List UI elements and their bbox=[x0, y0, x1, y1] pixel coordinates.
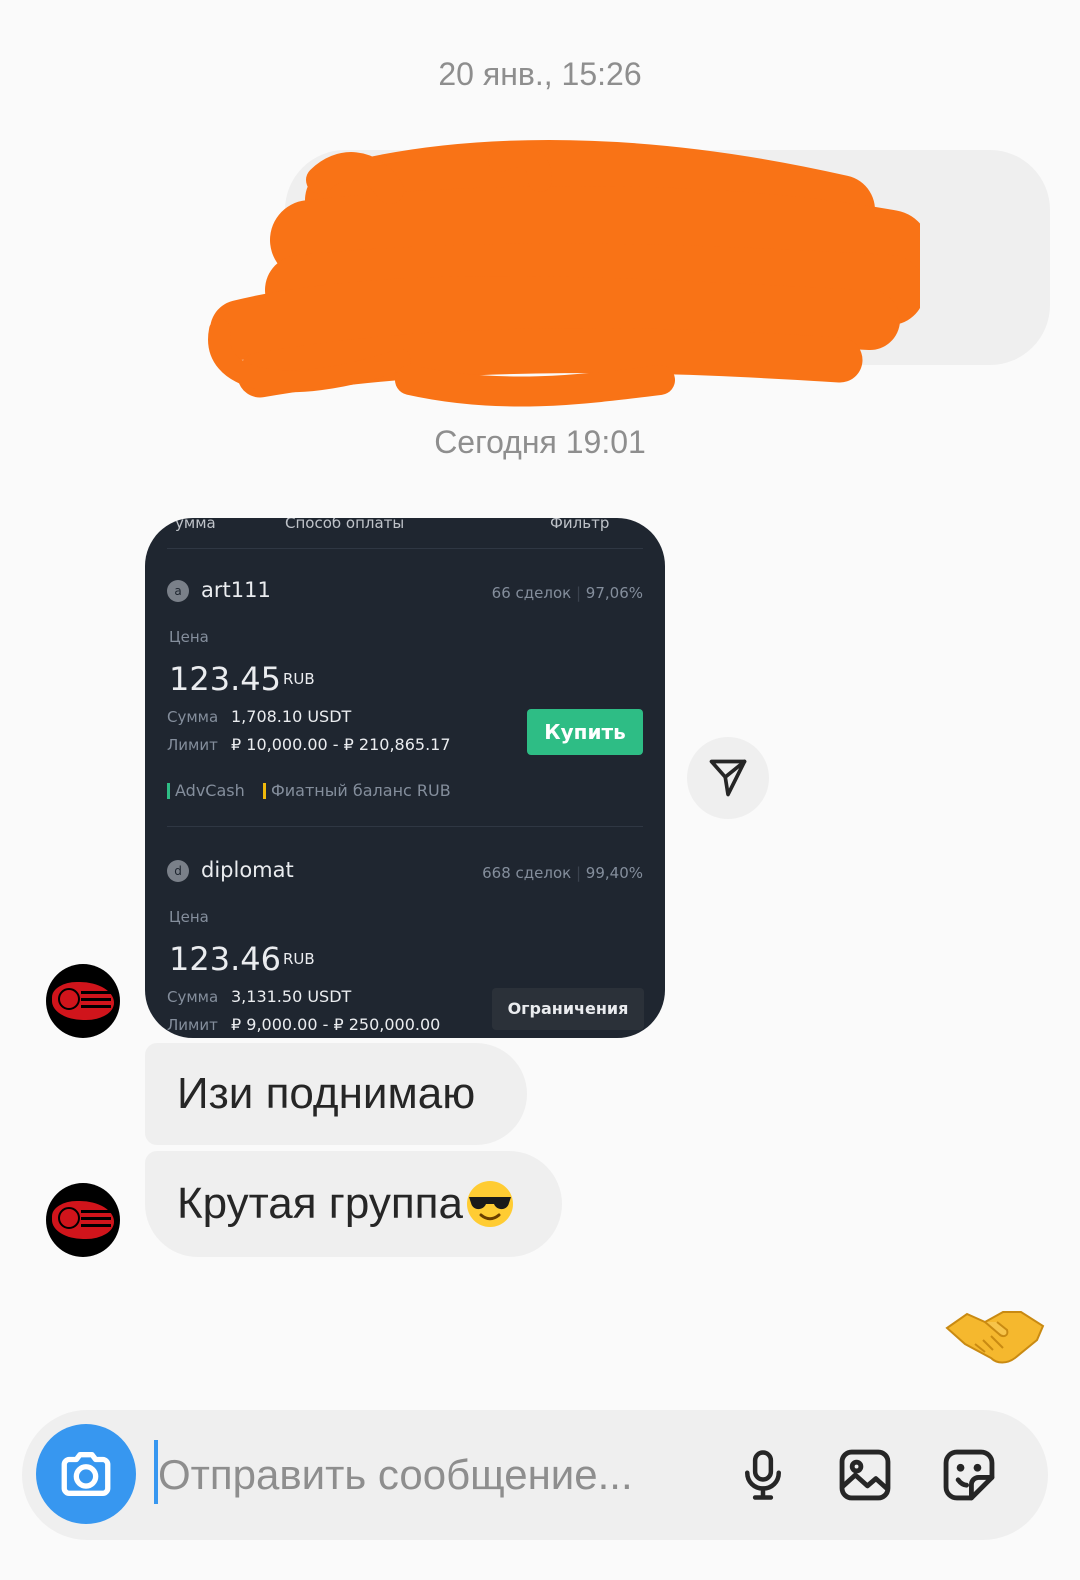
amount-label: Сумма bbox=[167, 988, 219, 1006]
message-input[interactable] bbox=[158, 1444, 718, 1506]
trader-stats: 668 сделок | 99,40% bbox=[482, 864, 643, 882]
trader-stats: 66 сделок | 97,06% bbox=[491, 584, 643, 602]
avatar[interactable] bbox=[46, 1183, 120, 1257]
header-amount: умма bbox=[175, 518, 216, 532]
trader-name: art111 bbox=[201, 578, 271, 602]
price-label: Цена bbox=[169, 908, 209, 926]
divider bbox=[167, 548, 643, 549]
trader-avatar: a bbox=[167, 580, 189, 602]
timestamp: 20 янв., 15:26 bbox=[438, 56, 642, 92]
price-label: Цена bbox=[169, 628, 209, 646]
limit-label: Лимит bbox=[167, 736, 218, 754]
screenshot-header: умма Способ оплаты Фильтр bbox=[145, 518, 665, 538]
message-text: Изи поднимаю bbox=[177, 1069, 476, 1118]
sunglasses-emoji-icon bbox=[466, 1181, 513, 1227]
limit-value: ₽ 9,000.00 - ₽ 250,000.00 bbox=[231, 1015, 441, 1034]
currency: RUB bbox=[283, 670, 315, 688]
handshake-emoji-icon[interactable] bbox=[945, 1300, 1045, 1370]
payment-method-tag: Фиатный баланс RUB bbox=[263, 781, 451, 800]
message-bubble[interactable]: Изи поднимаю bbox=[145, 1043, 527, 1145]
gallery-button[interactable] bbox=[832, 1442, 898, 1508]
message-bubble[interactable]: Крутая группа bbox=[145, 1151, 562, 1257]
deal-count: 66 сделок bbox=[491, 584, 572, 602]
amount-label: Сумма bbox=[167, 708, 219, 726]
timestamp: Сегодня 19:01 bbox=[434, 424, 646, 460]
sticker-icon bbox=[943, 1449, 995, 1501]
microphone-button[interactable] bbox=[730, 1442, 796, 1508]
trader-avatar: d bbox=[167, 860, 189, 882]
currency: RUB bbox=[283, 950, 315, 968]
shared-screenshot[interactable]: умма Способ оплаты Фильтр a art111 66 сд… bbox=[145, 518, 665, 1038]
microphone-icon bbox=[745, 1450, 781, 1500]
avatar[interactable] bbox=[46, 964, 120, 1038]
price-value: 123.45 bbox=[169, 660, 281, 698]
share-button[interactable] bbox=[687, 737, 769, 819]
limit-label: Лимит bbox=[167, 1016, 218, 1034]
amount-value: 1,708.10 USDT bbox=[231, 707, 352, 726]
amount-value: 3,131.50 USDT bbox=[231, 987, 352, 1006]
camera-button[interactable] bbox=[36, 1424, 136, 1524]
header-payment-method: Способ оплаты bbox=[285, 518, 405, 532]
trader-name: diplomat bbox=[201, 858, 294, 882]
price-value: 123.46 bbox=[169, 940, 281, 978]
payment-method-tag: AdvCash bbox=[167, 781, 245, 800]
message-text: Крутая группа bbox=[177, 1179, 463, 1228]
divider bbox=[167, 826, 643, 827]
message-composer bbox=[22, 1410, 1048, 1540]
buy-button: Купить bbox=[527, 709, 643, 755]
limit-value: ₽ 10,000.00 - ₽ 210,865.17 bbox=[231, 735, 451, 754]
image-icon bbox=[839, 1449, 891, 1501]
sticker-button[interactable] bbox=[936, 1442, 1002, 1508]
deal-count: 668 сделок bbox=[482, 864, 572, 882]
completion-rate: 97,06% bbox=[585, 584, 643, 602]
header-filter: Фильтр bbox=[550, 518, 610, 532]
camera-icon bbox=[61, 1452, 111, 1496]
limits-button: Ограничения >> bbox=[492, 988, 644, 1030]
completion-rate: 99,40% bbox=[585, 864, 643, 882]
paper-plane-icon bbox=[709, 759, 747, 797]
redaction-scribble bbox=[208, 140, 920, 407]
